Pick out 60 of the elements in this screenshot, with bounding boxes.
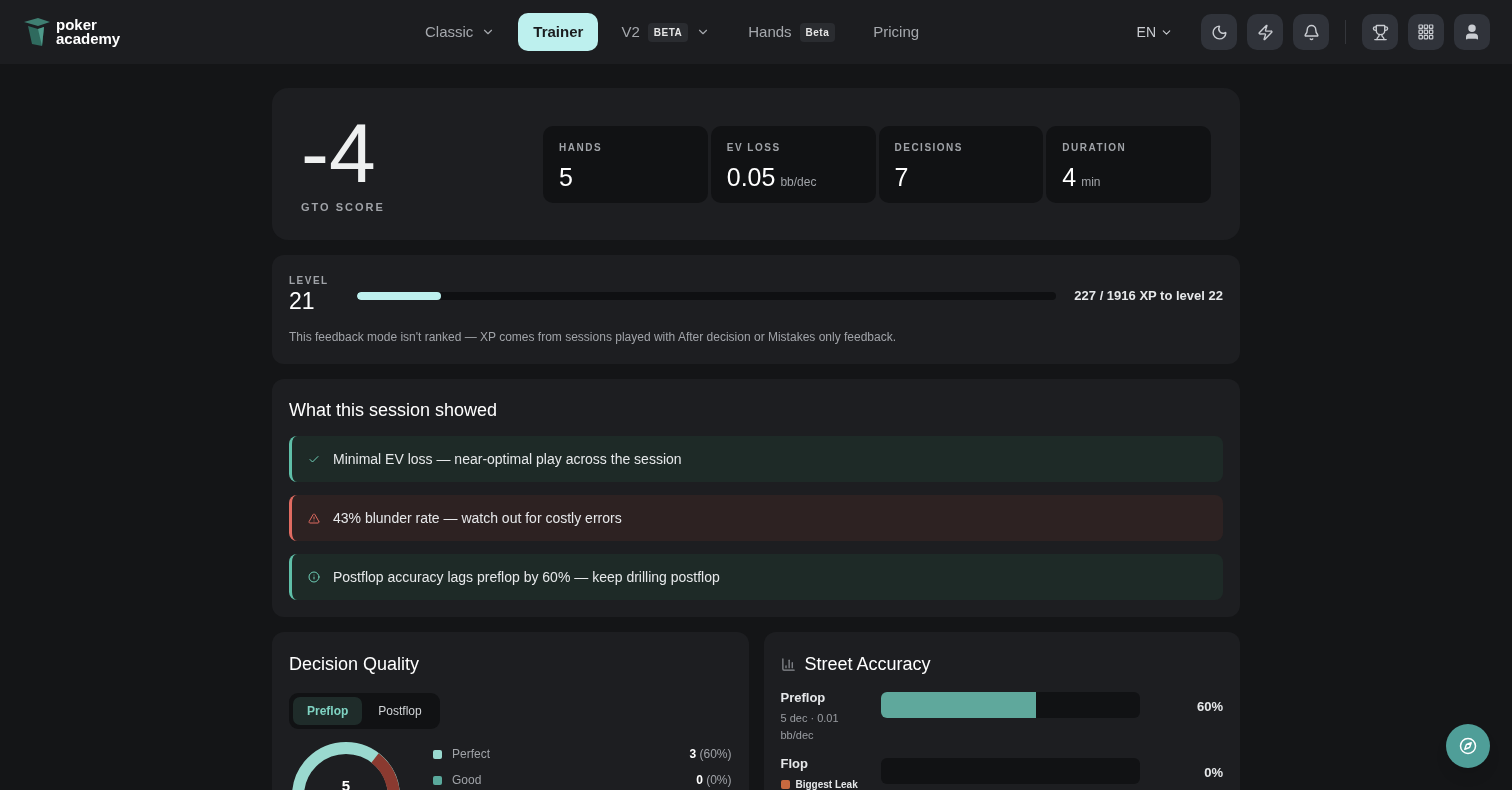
stat-label: HANDS — [559, 140, 604, 155]
insights-title: What this session showed — [289, 399, 499, 422]
street-tab[interactable]: Postflop — [364, 697, 436, 725]
stat-value: 7 — [894, 161, 909, 193]
brand-name[interactable]: poker academy — [56, 18, 121, 46]
accuracy-percent: 60% — [1196, 698, 1223, 716]
street-detail: 5 dec · 0.01 bb/dec — [780, 710, 840, 743]
gto-score: -4 — [301, 112, 377, 193]
street-name: Flop — [780, 754, 809, 773]
info-icon — [308, 571, 320, 583]
lightning-button[interactable] — [1247, 14, 1283, 50]
user-icon — [1463, 23, 1481, 41]
insight-text: 43% blunder rate — watch out for costly errors — [333, 508, 622, 528]
bell-icon — [1302, 23, 1320, 41]
street-name: Preflop — [780, 689, 827, 707]
legend-label: Good — [452, 772, 482, 789]
stat-label: DURATION — [1062, 140, 1128, 155]
beta-badge: Beta — [799, 22, 836, 42]
xp-progress-text: 227 / 1916 XP to level 22 — [1074, 286, 1223, 305]
street-accuracy-title: Street Accuracy — [804, 653, 931, 676]
nav-tab[interactable]: Trainer — [518, 13, 599, 51]
moon-icon — [1210, 23, 1228, 41]
nav-tab[interactable]: V2 BETA — [606, 13, 726, 51]
decision-quality-title: Decision Quality — [289, 653, 421, 676]
warning-icon — [308, 511, 320, 525]
nav-tab[interactable]: Classic — [410, 13, 511, 51]
gto-score-label: GTO SCORE — [301, 199, 386, 215]
nav-tab[interactable]: Hands Beta — [733, 13, 851, 51]
legend-value: 3 (60%) — [689, 746, 732, 763]
street-tab[interactable]: Preflop — [293, 697, 363, 725]
bar-chart-icon — [780, 657, 796, 672]
accuracy-percent: 0% — [1204, 763, 1223, 782]
stat-label: DECISIONS — [894, 140, 964, 155]
stat-value: 0.05 — [726, 161, 776, 193]
notifications-button[interactable] — [1293, 14, 1329, 50]
level-value: 21 — [289, 288, 316, 314]
trophy-button[interactable] — [1362, 14, 1398, 50]
theme-button[interactable] — [1201, 14, 1237, 50]
insight-text: Minimal EV loss — near-optimal play across the session — [333, 449, 682, 469]
lightning-icon — [1256, 23, 1274, 41]
biggest-leak-tag: Biggest Leak — [795, 777, 858, 790]
legend-value: 0 (0%) — [696, 772, 732, 789]
language-selector[interactable]: EN — [1136, 21, 1173, 43]
stat-value: 5 — [559, 161, 573, 193]
apps-grid-icon — [1418, 24, 1434, 40]
beta-badge: BETA — [647, 22, 689, 42]
compass-button[interactable] — [1446, 724, 1490, 768]
compass-icon — [1459, 737, 1477, 755]
level-note: This feedback mode isn't ranked — XP comes from sessions played with After decision or Mistakes only feedback. — [289, 329, 898, 346]
stat-unit: bb/dec — [780, 173, 817, 191]
stat-label: EV LOSS — [726, 140, 782, 155]
stat-value: 4 — [1062, 161, 1077, 193]
level-label: LEVEL — [289, 274, 329, 288]
stat-unit: min — [1081, 173, 1101, 191]
apps-button[interactable] — [1408, 14, 1444, 50]
insight-text: Postflop accuracy lags preflop by 60% — keep drilling postflop — [333, 567, 720, 587]
nav-tab[interactable]: Pricing — [858, 13, 935, 51]
trophy-icon — [1371, 23, 1389, 41]
profile-button[interactable] — [1454, 14, 1490, 50]
legend-label: Perfect — [452, 746, 490, 763]
